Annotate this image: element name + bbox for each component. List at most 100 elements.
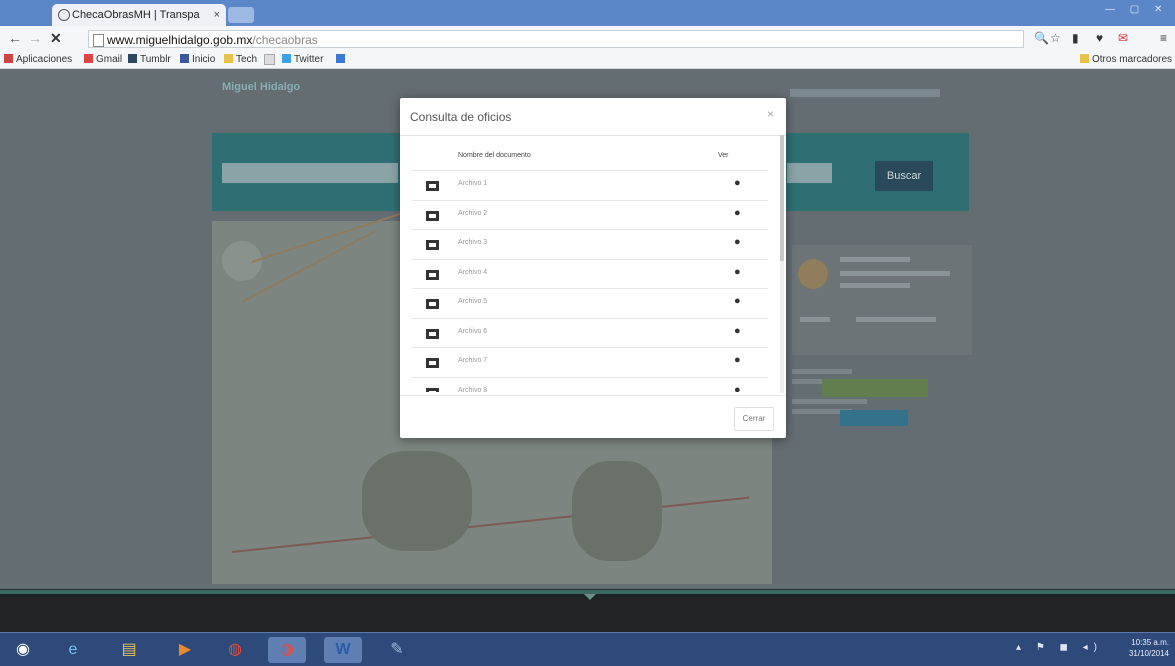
chrome-icon[interactable]: ◍ (216, 637, 254, 663)
eye-icon[interactable]: ● (734, 354, 741, 366)
address-bar-row: ← → ✕ www.miguelhidalgo.gob.mx/checaobra… (0, 26, 1175, 53)
search-input-2[interactable] (787, 163, 832, 183)
bookmark-extra[interactable] (336, 54, 348, 65)
table-row: Archivo 2 ● (412, 199, 768, 229)
bookmark-gmail[interactable]: Gmail (84, 54, 122, 65)
pocket-icon[interactable]: ♥ (1096, 31, 1103, 45)
table-row: Archivo 5 ● (412, 288, 768, 317)
star-icon[interactable]: ☆ (1050, 31, 1061, 45)
scrollbar-thumb[interactable] (780, 135, 784, 261)
bookmark-twitter[interactable]: Twitter (282, 54, 323, 65)
document-name: Archivo 7 (458, 357, 488, 364)
eye-icon[interactable]: ● (734, 236, 741, 248)
modal-divider (400, 395, 786, 396)
tab-close-button[interactable]: × (214, 4, 220, 26)
profile-stat (856, 317, 936, 322)
paint-icon[interactable]: ✎ (378, 637, 416, 663)
modal-scrollbar[interactable] (780, 135, 784, 393)
facebook-icon (180, 54, 189, 63)
profile-stat (800, 317, 830, 322)
bookmarks-bar: Aplicaciones Gmail Tumblr Inicio Tech Tw… (0, 52, 1175, 69)
close-button[interactable]: Cerrar (734, 407, 774, 431)
start-button[interactable]: ◉ (4, 637, 42, 663)
bookmark-other[interactable]: Otros marcadores (1080, 54, 1172, 65)
menu-icon[interactable]: ≡ (1160, 31, 1167, 45)
media-player-icon[interactable]: ▶ (166, 637, 204, 663)
bookmark-inicio[interactable]: Inicio (180, 54, 215, 65)
document-name: Archivo 8 (458, 386, 488, 393)
table-row: Archivo 6 ● (412, 317, 768, 347)
column-header-name: Nombre del documento (458, 152, 531, 159)
column-header-view: Ver (718, 152, 729, 159)
folder-icon (224, 54, 233, 63)
internet-explorer-icon[interactable]: e (54, 637, 92, 663)
eye-icon[interactable]: ● (734, 177, 741, 189)
forward-icon[interactable]: → (28, 30, 42, 46)
eye-icon[interactable]: ● (734, 266, 741, 278)
url-host: www.miguelhidalgo.gob.mx (107, 33, 253, 47)
clock[interactable]: 10:35 a.m. 31/10/2014 (1129, 637, 1169, 659)
eye-icon[interactable]: ● (734, 295, 741, 307)
mail-extension-icon[interactable]: ✉ (1118, 31, 1128, 45)
folder-icon (1080, 54, 1089, 63)
modal-title: Consulta de oficios (410, 110, 512, 124)
clock-date: 31/10/2014 (1128, 649, 1169, 658)
map-area (362, 451, 472, 551)
image-icon (426, 328, 439, 339)
search-button[interactable]: Buscar (875, 161, 933, 191)
bookmark-blank[interactable] (264, 54, 278, 67)
window-controls[interactable]: — ▢ ✕ (1105, 4, 1169, 20)
file-explorer-icon[interactable]: ▤ (110, 637, 148, 663)
document-name: Archivo 2 (458, 209, 488, 217)
site-logo: Miguel Hidalgo (222, 81, 301, 93)
browser-tab[interactable]: ChecaObrasMH | Transpa × (52, 4, 226, 26)
word-icon[interactable]: W (324, 637, 362, 663)
zoom-icon[interactable]: 🔍 (1034, 31, 1049, 45)
clock-time: 10:35 a.m. (1131, 638, 1169, 647)
map-area (572, 461, 662, 561)
chrome-active-icon[interactable]: ◍ (268, 637, 306, 663)
image-icon (426, 240, 439, 250)
bookmark-tumblr[interactable]: Tumblr (128, 54, 171, 65)
green-action-button[interactable] (822, 379, 928, 397)
documents-modal: Consulta de oficios × Nombre del documen… (400, 98, 786, 438)
image-icon (426, 181, 439, 191)
header-text-placeholder (790, 89, 940, 97)
document-name: Archivo 3 (458, 239, 488, 246)
side-text (792, 369, 852, 374)
extension-icon[interactable]: ▮ (1072, 31, 1079, 45)
document-name: Archivo 4 (458, 268, 488, 276)
profile-text (840, 271, 950, 276)
apps-icon (4, 54, 13, 63)
tumblr-icon (128, 54, 137, 63)
bookmark-apps[interactable]: Aplicaciones (4, 54, 72, 65)
chevron-down-icon[interactable] (584, 594, 596, 600)
tab-title: ChecaObrasMH | Transpa (72, 9, 200, 21)
tab-favicon-icon (58, 9, 70, 21)
search-input-1[interactable] (222, 163, 398, 183)
new-tab-button[interactable] (228, 7, 254, 23)
browser-tab-strip: ChecaObrasMH | Transpa × — ▢ ✕ (0, 0, 1175, 26)
blue-action-button[interactable] (840, 410, 908, 426)
modal-divider (400, 135, 786, 136)
stop-icon[interactable]: ✕ (50, 30, 62, 47)
back-icon[interactable]: ← (8, 30, 22, 46)
image-icon (426, 387, 439, 392)
bookmark-icon (336, 54, 345, 63)
eye-icon[interactable]: ● (734, 384, 741, 393)
system-tray[interactable]: ▴ ⚑ ◼ ◂) (1016, 642, 1103, 653)
document-name: Archivo 5 (458, 298, 488, 305)
url-field[interactable]: www.miguelhidalgo.gob.mx/checaobras (88, 30, 1024, 48)
bookmark-tech[interactable]: Tech (224, 54, 257, 65)
modal-close-icon[interactable]: × (767, 107, 774, 121)
table-row: Archivo 8 ● (412, 376, 768, 393)
image-icon (426, 210, 439, 221)
side-text (792, 399, 867, 404)
documents-table[interactable]: Nombre del documento Ver Archivo 1 ● Archi… (412, 144, 772, 392)
table-row: Archivo 1 ● (412, 170, 768, 199)
page-icon (264, 54, 275, 65)
eye-icon[interactable]: ● (734, 325, 741, 337)
twitter-icon (282, 54, 291, 63)
profile-text (840, 283, 910, 288)
eye-icon[interactable]: ● (734, 207, 741, 219)
